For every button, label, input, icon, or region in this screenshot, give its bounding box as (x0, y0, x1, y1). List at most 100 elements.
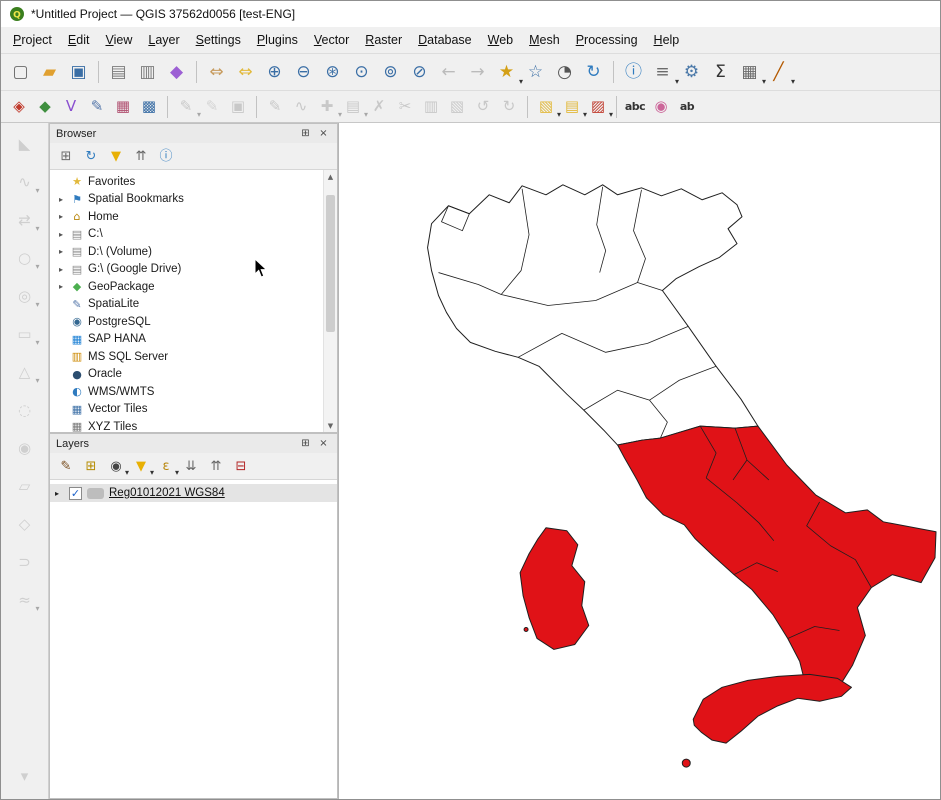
browser-item-favorites[interactable]: ★ Favorites (50, 173, 323, 191)
new-shapefile-layer-button[interactable]: V (58, 94, 84, 119)
map-canvas[interactable] (338, 123, 940, 799)
new-spatialite-layer-button[interactable]: ✎ (84, 94, 110, 119)
filter-legend-button[interactable]: ▼ ▾ (130, 455, 152, 477)
menu-vector[interactable]: Vector (306, 30, 357, 50)
layer-labeling-button[interactable]: abc (622, 94, 648, 119)
menu-view[interactable]: View (97, 30, 140, 50)
move-feature-tool-button[interactable]: ⇄ ▾ (12, 207, 38, 233)
split-features-tool-button[interactable]: ◇ (12, 511, 38, 537)
tree-expander-icon[interactable]: ▸ (56, 195, 66, 204)
layer-diagram-button[interactable]: ◉ (648, 94, 674, 119)
layer-visibility-checkbox[interactable]: ✓ (69, 487, 82, 500)
delete-selected-button[interactable]: ✗ (366, 94, 392, 119)
scroll-up-icon[interactable]: ▲ (328, 170, 333, 183)
more-digitizing-tools-button[interactable]: ▾ (12, 763, 38, 789)
menu-layer[interactable]: Layer (140, 30, 187, 50)
browser-item-geopackage[interactable]: ▸ ◆ GeoPackage (50, 278, 323, 296)
regular-polygon-tool-button[interactable]: △ ▾ (12, 359, 38, 385)
browser-add-layers-button[interactable]: ⊞ (55, 145, 77, 167)
open-layer-styling-button[interactable]: ✎ (55, 455, 77, 477)
menu-processing[interactable]: Processing (568, 30, 646, 50)
browser-item-drive-d[interactable]: ▸ ▤ D:\ (Volume) (50, 243, 323, 261)
menu-project[interactable]: Project (5, 30, 60, 50)
scrollbar-thumb[interactable] (326, 195, 335, 332)
browser-item-xyz-tiles[interactable]: ▦ XYZ Tiles (50, 418, 323, 432)
identify-features-button[interactable]: ⓘ (619, 58, 648, 86)
rectangle-tool-button[interactable]: ▭ ▾ (12, 321, 38, 347)
open-project-button[interactable]: ▰ (35, 58, 64, 86)
layer-expander-icon[interactable]: ▸ (55, 489, 64, 498)
remove-layer-button[interactable]: ⊟ (230, 455, 252, 477)
add-group-button[interactable]: ⊞ (80, 455, 102, 477)
vertex-tool-button[interactable]: ✚ ▾ (314, 94, 340, 119)
paste-features-button[interactable]: ▧ (444, 94, 470, 119)
menu-edit[interactable]: Edit (60, 30, 98, 50)
browser-item-spatialite[interactable]: ✎ SpatiaLite (50, 296, 323, 314)
browser-scrollbar[interactable]: ▲ ▼ (323, 170, 337, 432)
filter-by-expression-button[interactable]: ε ▾ (155, 455, 177, 477)
menu-mesh[interactable]: Mesh (521, 30, 568, 50)
browser-properties-button[interactable]: ⓘ (155, 145, 177, 167)
browser-collapse-all-button[interactable]: ⇈ (130, 145, 152, 167)
reshape-tool-button[interactable]: ⊃ (12, 549, 38, 575)
new-virtual-layer-button[interactable]: ▩ (136, 94, 162, 119)
browser-item-drive-c[interactable]: ▸ ▤ C:\ (50, 226, 323, 244)
zoom-in-button[interactable]: ⊕ (260, 58, 289, 86)
add-part-tool-button[interactable]: ▱ (12, 473, 38, 499)
browser-item-ms-sql-server[interactable]: ▥ MS SQL Server (50, 348, 323, 366)
new-project-button[interactable]: ▢ (6, 58, 35, 86)
new-temporary-scratch-layer-button[interactable]: ▦ (110, 94, 136, 119)
measure-button[interactable]: ╱ ▾ (764, 58, 793, 86)
zoom-to-selection-button[interactable]: ⊙ (347, 58, 376, 86)
style-manager-button[interactable]: ◆ (162, 58, 191, 86)
ellipse-tool-button[interactable]: ◎ ▾ (12, 283, 38, 309)
new-spatial-bookmark-button[interactable]: ★ ▾ (492, 58, 521, 86)
expand-all-button[interactable]: ⇊ (180, 455, 202, 477)
select-features-by-value-button[interactable]: ▤ ▾ (559, 94, 585, 119)
modify-attributes-button[interactable]: ▤ ▾ (340, 94, 366, 119)
browser-close-button[interactable]: × (316, 126, 331, 141)
menu-web[interactable]: Web (480, 30, 521, 50)
browser-float-button[interactable]: ⊞ (298, 126, 313, 141)
layer-labeling-single-button[interactable]: ab (674, 94, 700, 119)
browser-item-sap-hana[interactable]: ▦ SAP HANA (50, 331, 323, 349)
tree-expander-icon[interactable]: ▸ (56, 247, 66, 256)
toggle-editing-button[interactable]: ✎ (199, 94, 225, 119)
zoom-to-layer-button[interactable]: ⊚ (376, 58, 405, 86)
tree-expander-icon[interactable]: ▸ (56, 230, 66, 239)
tree-expander-icon[interactable]: ▸ (56, 265, 66, 274)
menu-plugins[interactable]: Plugins (249, 30, 306, 50)
browser-item-oracle[interactable]: ● Oracle (50, 366, 323, 384)
browser-refresh-button[interactable]: ↻ (80, 145, 102, 167)
browser-item-drive-g[interactable]: ▸ ▤ G:\ (Google Drive) (50, 261, 323, 279)
stream-digitize-tool-button[interactable]: ∿ ▾ (12, 169, 38, 195)
save-project-button[interactable]: ▣ (64, 58, 93, 86)
browser-item-spatial-bookmarks[interactable]: ▸ ⚑ Spatial Bookmarks (50, 191, 323, 209)
scroll-down-icon[interactable]: ▼ (328, 419, 333, 432)
open-attribute-table-button[interactable]: ▦ ▾ (735, 58, 764, 86)
menu-raster[interactable]: Raster (357, 30, 410, 50)
save-layer-edits-button[interactable]: ▣ (225, 94, 251, 119)
tree-expander-icon[interactable]: ▸ (56, 282, 66, 291)
pan-to-selection-button[interactable]: ⇔ (231, 58, 260, 86)
refresh-map-button[interactable]: ↻ (579, 58, 608, 86)
browser-item-vector-tiles[interactable]: ▦ Vector Tiles (50, 401, 323, 419)
select-features-by-area-button[interactable]: ▧ ▾ (533, 94, 559, 119)
current-edits-button[interactable]: ✎ ▾ (173, 94, 199, 119)
deselect-features-button[interactable]: ▨ ▾ (585, 94, 611, 119)
fill-ring-tool-button[interactable]: ◉ (12, 435, 38, 461)
pan-map-button[interactable]: ⇔ (202, 58, 231, 86)
scrollbar-track[interactable] (324, 183, 337, 419)
statistical-summary-button[interactable]: Σ (706, 58, 735, 86)
zoom-full-button[interactable]: ⊛ (318, 58, 347, 86)
run-feature-action-button[interactable]: ≡ ▾ (648, 58, 677, 86)
browser-filter-button[interactable]: ▼ (105, 145, 127, 167)
layers-close-button[interactable]: × (316, 436, 331, 451)
menu-database[interactable]: Database (410, 30, 480, 50)
show-layout-manager-button[interactable]: ▥ (133, 58, 162, 86)
redo-button[interactable]: ↻ (496, 94, 522, 119)
circle-tool-button[interactable]: ○ ▾ (12, 245, 38, 271)
browser-item-postgresql[interactable]: ◉ PostgreSQL (50, 313, 323, 331)
zoom-last-button[interactable]: ← (434, 58, 463, 86)
zoom-out-button[interactable]: ⊖ (289, 58, 318, 86)
